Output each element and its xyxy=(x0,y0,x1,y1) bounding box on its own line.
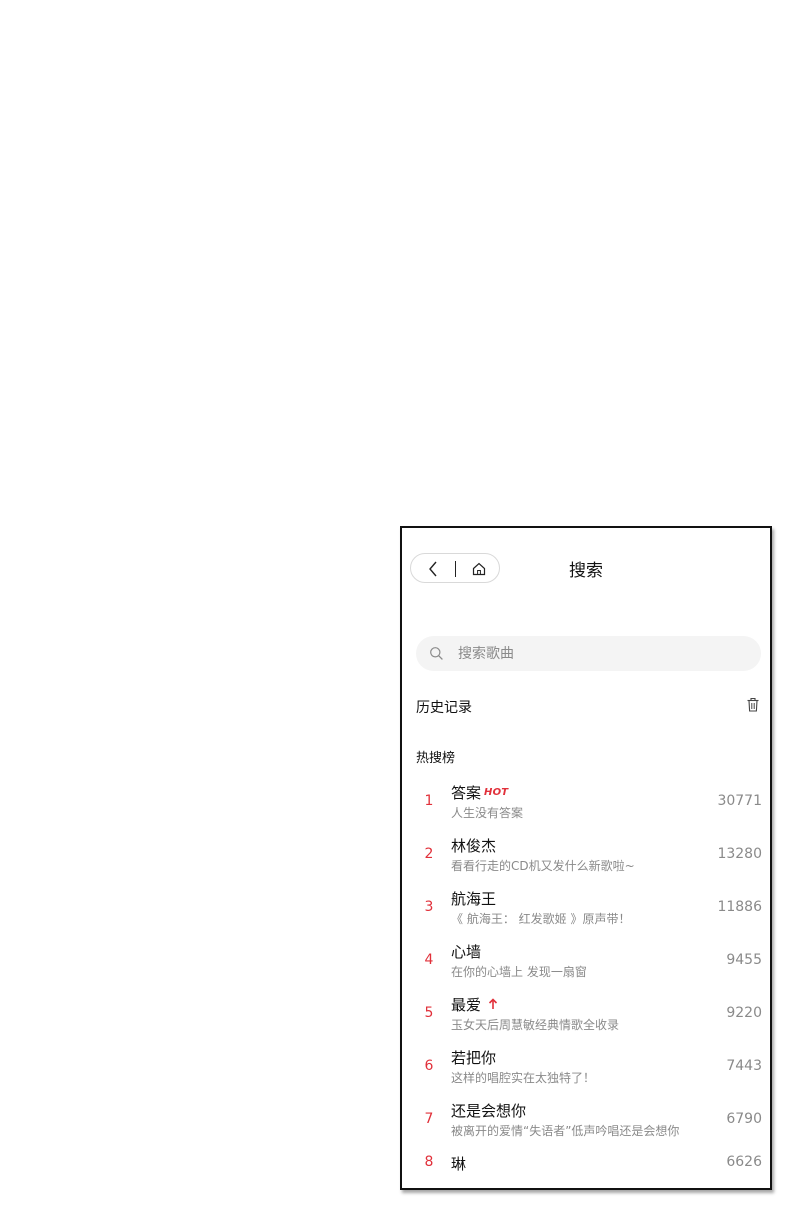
name-line: 琳 xyxy=(451,1153,466,1173)
song-description: 《 航海王： 红发歌姬 》原声带！ xyxy=(451,912,631,926)
hot-score: 30771 xyxy=(717,793,762,809)
hot-item-7[interactable]: 7 还是会想你 被离开的爱情“失语者”低声吟唱还是会想你 6790 xyxy=(402,1100,770,1153)
song-description: 看看行走的CD机又发什么新歌啦~ xyxy=(451,859,635,873)
search-icon xyxy=(428,646,444,662)
hot-item-1[interactable]: 1 答案 HOT 人生没有答案 30771 xyxy=(402,782,770,835)
hot-item-8[interactable]: 8 琳 6626 xyxy=(402,1153,770,1188)
hot-item-4[interactable]: 4 心墙 在你的心墙上 发现一扇窗 9455 xyxy=(402,941,770,994)
page-title: 搜索 xyxy=(569,561,603,581)
song-name: 林俊杰 xyxy=(451,836,497,855)
hot-score: 6626 xyxy=(726,1154,762,1170)
name-line: 还是会想你 xyxy=(451,1100,526,1120)
song-description: 人生没有答案 xyxy=(451,806,524,820)
hot-item-6[interactable]: 6 若把你 这样的唱腔实在太独特了！ 7443 xyxy=(402,1047,770,1100)
rank-number: 8 xyxy=(424,1154,434,1170)
song-name: 还是会想你 xyxy=(451,1101,527,1120)
search-input[interactable] xyxy=(456,644,740,663)
song-name: 琳 xyxy=(451,1154,467,1173)
rank-number: 5 xyxy=(424,1005,434,1021)
search-bar[interactable] xyxy=(416,636,761,671)
arrow-up-icon xyxy=(487,997,499,1011)
rank-number: 4 xyxy=(424,952,434,968)
song-name: 最爱 xyxy=(451,995,482,1014)
history-section: 历史记录 xyxy=(416,696,761,716)
name-line: 最爱 xyxy=(451,994,499,1014)
song-description: 在你的心墙上 发现一扇窗 xyxy=(451,965,587,979)
hot-search-title: 热搜榜 xyxy=(416,751,456,766)
trash-icon[interactable] xyxy=(745,696,761,714)
phone-frame: 搜索 历史记录 热搜榜 1 答案 HOT 人生没有答案 30771 2 林俊杰 xyxy=(400,526,772,1190)
hot-score: 7443 xyxy=(726,1058,762,1074)
name-line: 心墙 xyxy=(451,941,481,961)
hot-score: 9455 xyxy=(726,952,762,968)
hot-badge: HOT xyxy=(484,786,509,798)
song-name: 答案 xyxy=(451,783,482,802)
history-label: 历史记录 xyxy=(416,700,472,716)
hot-item-5[interactable]: 5 最爱 玉女天后周慧敏经典情歌全收录 9220 xyxy=(402,994,770,1047)
song-description: 玉女天后周慧敏经典情歌全收录 xyxy=(451,1018,620,1032)
hot-score: 13280 xyxy=(717,846,762,862)
rank-number: 1 xyxy=(424,793,434,809)
hot-item-3[interactable]: 3 航海王 《 航海王： 红发歌姬 》原声带！ 11886 xyxy=(402,888,770,941)
rank-number: 3 xyxy=(424,899,434,915)
name-line: 若把你 xyxy=(451,1047,496,1067)
name-line: 答案 HOT xyxy=(451,782,508,802)
rank-number: 2 xyxy=(424,846,434,862)
song-name: 心墙 xyxy=(451,942,482,961)
hot-score: 6790 xyxy=(726,1111,762,1127)
song-description: 被离开的爱情“失语者”低声吟唱还是会想你 xyxy=(451,1124,680,1138)
hot-item-2[interactable]: 2 林俊杰 看看行走的CD机又发什么新歌啦~ 13280 xyxy=(402,835,770,888)
rank-number: 7 xyxy=(424,1111,434,1127)
rank-number: 6 xyxy=(424,1058,434,1074)
name-line: 航海王 xyxy=(451,888,496,908)
song-description: 这样的唱腔实在太独特了！ xyxy=(451,1071,596,1085)
name-line: 林俊杰 xyxy=(451,835,496,855)
song-name: 航海王 xyxy=(451,889,497,908)
hot-search-list: 1 答案 HOT 人生没有答案 30771 2 林俊杰 看看行走的CD机又发什么… xyxy=(402,782,770,1188)
hot-score: 11886 xyxy=(717,899,762,915)
song-name: 若把你 xyxy=(451,1048,497,1067)
hot-score: 9220 xyxy=(726,1005,762,1021)
